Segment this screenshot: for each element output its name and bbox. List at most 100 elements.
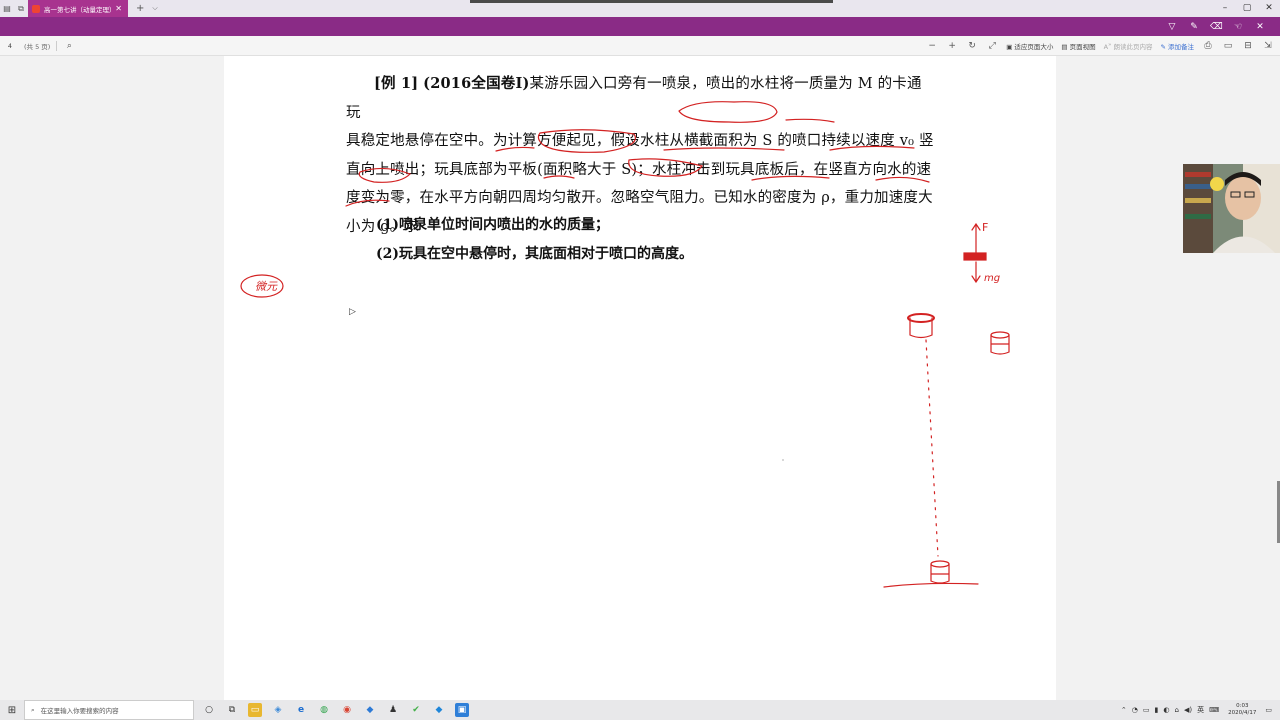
chrome-icon[interactable]: ◉ [340,703,354,717]
tab-actions-icon[interactable]: ⧉ [14,0,28,17]
read-aloud-label: 朗读此页内容 [1113,43,1153,51]
read-aloud-button[interactable]: A» 朗读此页内容 [1104,41,1153,51]
circle-air-resistance [628,158,703,177]
window-menu-icon[interactable]: ▤ [0,0,14,17]
force-f-label: F [982,221,988,234]
app-icon-6[interactable]: ▣ [455,703,469,717]
overlay-sliver [470,0,833,3]
circle-becomes-zero [358,167,412,183]
webcam-overlay [1183,164,1280,253]
zoom-in-button[interactable]: + [946,41,958,51]
print-icon[interactable]: ⎙ [1202,41,1214,51]
file-explorer-icon[interactable]: ▭ [248,703,262,717]
fullscreen-button[interactable]: ⤢ [986,41,998,51]
webcam-person-image [1183,164,1280,253]
cortana-icon[interactable]: ○ [202,703,216,717]
underline-vertical [829,145,915,151]
fit-page-button[interactable]: ▣ 适应页面大小 [1006,41,1053,51]
document-area: [例 1] (2016全国卷Ⅰ)某游乐园入口旁有一喷泉，喷出的水柱将一质量为 M… [0,56,1280,700]
toy2-top [990,331,1010,339]
water-column-dotted [925,339,939,557]
volume-icon[interactable]: ◀) [1184,706,1192,714]
search-icon: ⌕ [31,705,35,714]
tab-dropdown-icon[interactable]: ⌵ [152,4,157,13]
save-icon[interactable]: ▭ [1222,41,1234,51]
pin-icon[interactable]: ⇲ [1262,41,1274,51]
note-text: 微元 [255,280,278,293]
eraser-icon[interactable]: ⌫ [1210,22,1223,32]
underline-nozzle [785,118,835,123]
stray-dot [782,459,784,461]
tray-app-icon[interactable]: ◔ [1132,706,1138,714]
pdf-toolbar: 4 (共 5 页) ⌕ − + ↻ ⤢ ▣ 适应页面大小 ▤ 页面视图 A» 朗… [0,36,1280,56]
clock-date: 2020/4/17 [1228,710,1257,716]
ime-icon[interactable]: ⌨ [1209,706,1219,714]
underline-gravity [875,176,930,183]
underline-impact [663,147,785,151]
close-window-button[interactable]: ✕ [1258,0,1280,17]
task-view-icon[interactable]: ⧉ [225,703,239,717]
tray-app-icon-5[interactable]: ⌂ [1174,706,1178,714]
ground-line [883,582,979,588]
edge-icon[interactable]: e [294,703,308,717]
touch-write-icon[interactable]: ☜ [1232,22,1244,32]
toy-box [963,252,987,261]
qq-icon[interactable]: ♟ [386,703,400,717]
page-view-button[interactable]: ▤ 页面视图 [1061,41,1095,51]
underline-scatter [543,175,575,179]
add-note-label: 添加备注 [1168,43,1194,51]
force-down-arrow [971,261,981,284]
tray-app-icon-4[interactable]: ◐ [1163,706,1169,714]
save-as-icon[interactable]: ⊟ [1242,41,1254,51]
pdf-icon [32,4,40,13]
close-ink-icon[interactable]: ✕ [1254,22,1266,32]
app-icon-5[interactable]: ◆ [432,703,446,717]
taskbar-apps: ○ ⧉ ▭ ◈ e ◍ ◉ ◆ ♟ ✔ ◆ ▣ [202,703,469,717]
toy-top-rim [907,313,935,323]
rotate-button[interactable]: ↻ [966,41,978,51]
notification-icon[interactable]: ▭ [1265,706,1272,714]
mouse-cursor-icon: ▷ [349,307,356,317]
pen-icon[interactable]: ✎ [1188,22,1200,32]
nozzle-top [930,560,950,568]
zoom-out-button[interactable]: − [926,41,938,51]
tab-title: 高一第七讲（动量定理） [44,5,116,14]
highlighter-icon[interactable]: ▽ [1166,22,1178,32]
app-icon-1[interactable]: ◈ [271,703,285,717]
language-indicator[interactable]: 英 [1197,705,1204,715]
fit-page-label: 适应页面大小 [1014,43,1054,51]
app-icon-4[interactable]: ✔ [409,703,423,717]
start-button[interactable]: ⊞ [0,705,24,716]
tray-app-icon-3[interactable]: ▮ [1155,706,1159,714]
page-view-label: 页面视图 [1069,43,1096,51]
ink-annotations: 微元 F mg [240,101,1010,588]
app-icon-2[interactable]: ◍ [317,703,331,717]
force-mg-label: mg [984,273,1000,284]
system-tray: ⌃ ◔ ▭ ▮ ◐ ⌂ ◀) 英 ⌨ 0:03 2020/4/17 ▭ [1121,700,1272,720]
underline-flat-plate [495,146,535,152]
force-up-arrow [971,222,981,257]
close-tab-icon[interactable]: ✕ [115,4,122,13]
new-tab-button[interactable]: + [136,3,144,14]
app-icon-3[interactable]: ◆ [363,703,377,717]
add-note-button[interactable]: ✎ 添加备注 [1160,41,1194,51]
search-placeholder: 在这里输入你要搜索的内容 [40,707,119,715]
underline-density [751,175,830,181]
search-icon[interactable]: ⌕ [63,41,75,51]
clock[interactable]: 0:03 2020/4/17 [1228,703,1256,717]
pdf-page: [例 1] (2016全国卷Ⅰ)某游乐园入口旁有一喷泉，喷出的水柱将一质量为 M… [224,56,1056,700]
minimize-button[interactable]: – [1214,0,1236,17]
divider [56,40,58,51]
ink-toolbar: ▽ ✎ ⌫ ☜ ✕ [0,17,1280,36]
windows-taskbar: ⊞ ⌕ 在这里输入你要搜索的内容 ○ ⧉ ▭ ◈ e ◍ ◉ ◆ ♟ ✔ ◆ ▣… [0,700,1280,720]
tray-app-icon-2[interactable]: ▭ [1143,706,1150,714]
tray-chevron-icon[interactable]: ⌃ [1121,706,1127,714]
clock-time: 0:03 [1236,703,1249,709]
page-number-input[interactable]: 4 [2,42,18,50]
circle-area-larger [537,129,636,153]
underline-g [345,199,390,207]
taskbar-search[interactable]: ⌕ 在这里输入你要搜索的内容 [24,700,194,720]
toolbar-right: − + ↻ ⤢ ▣ 适应页面大小 ▤ 页面视图 A» 朗读此页内容 ✎ 添加备注… [926,36,1274,56]
maximize-button[interactable]: ▢ [1236,0,1258,17]
active-tab[interactable]: 高一第七讲（动量定理） ✕ [28,0,128,17]
